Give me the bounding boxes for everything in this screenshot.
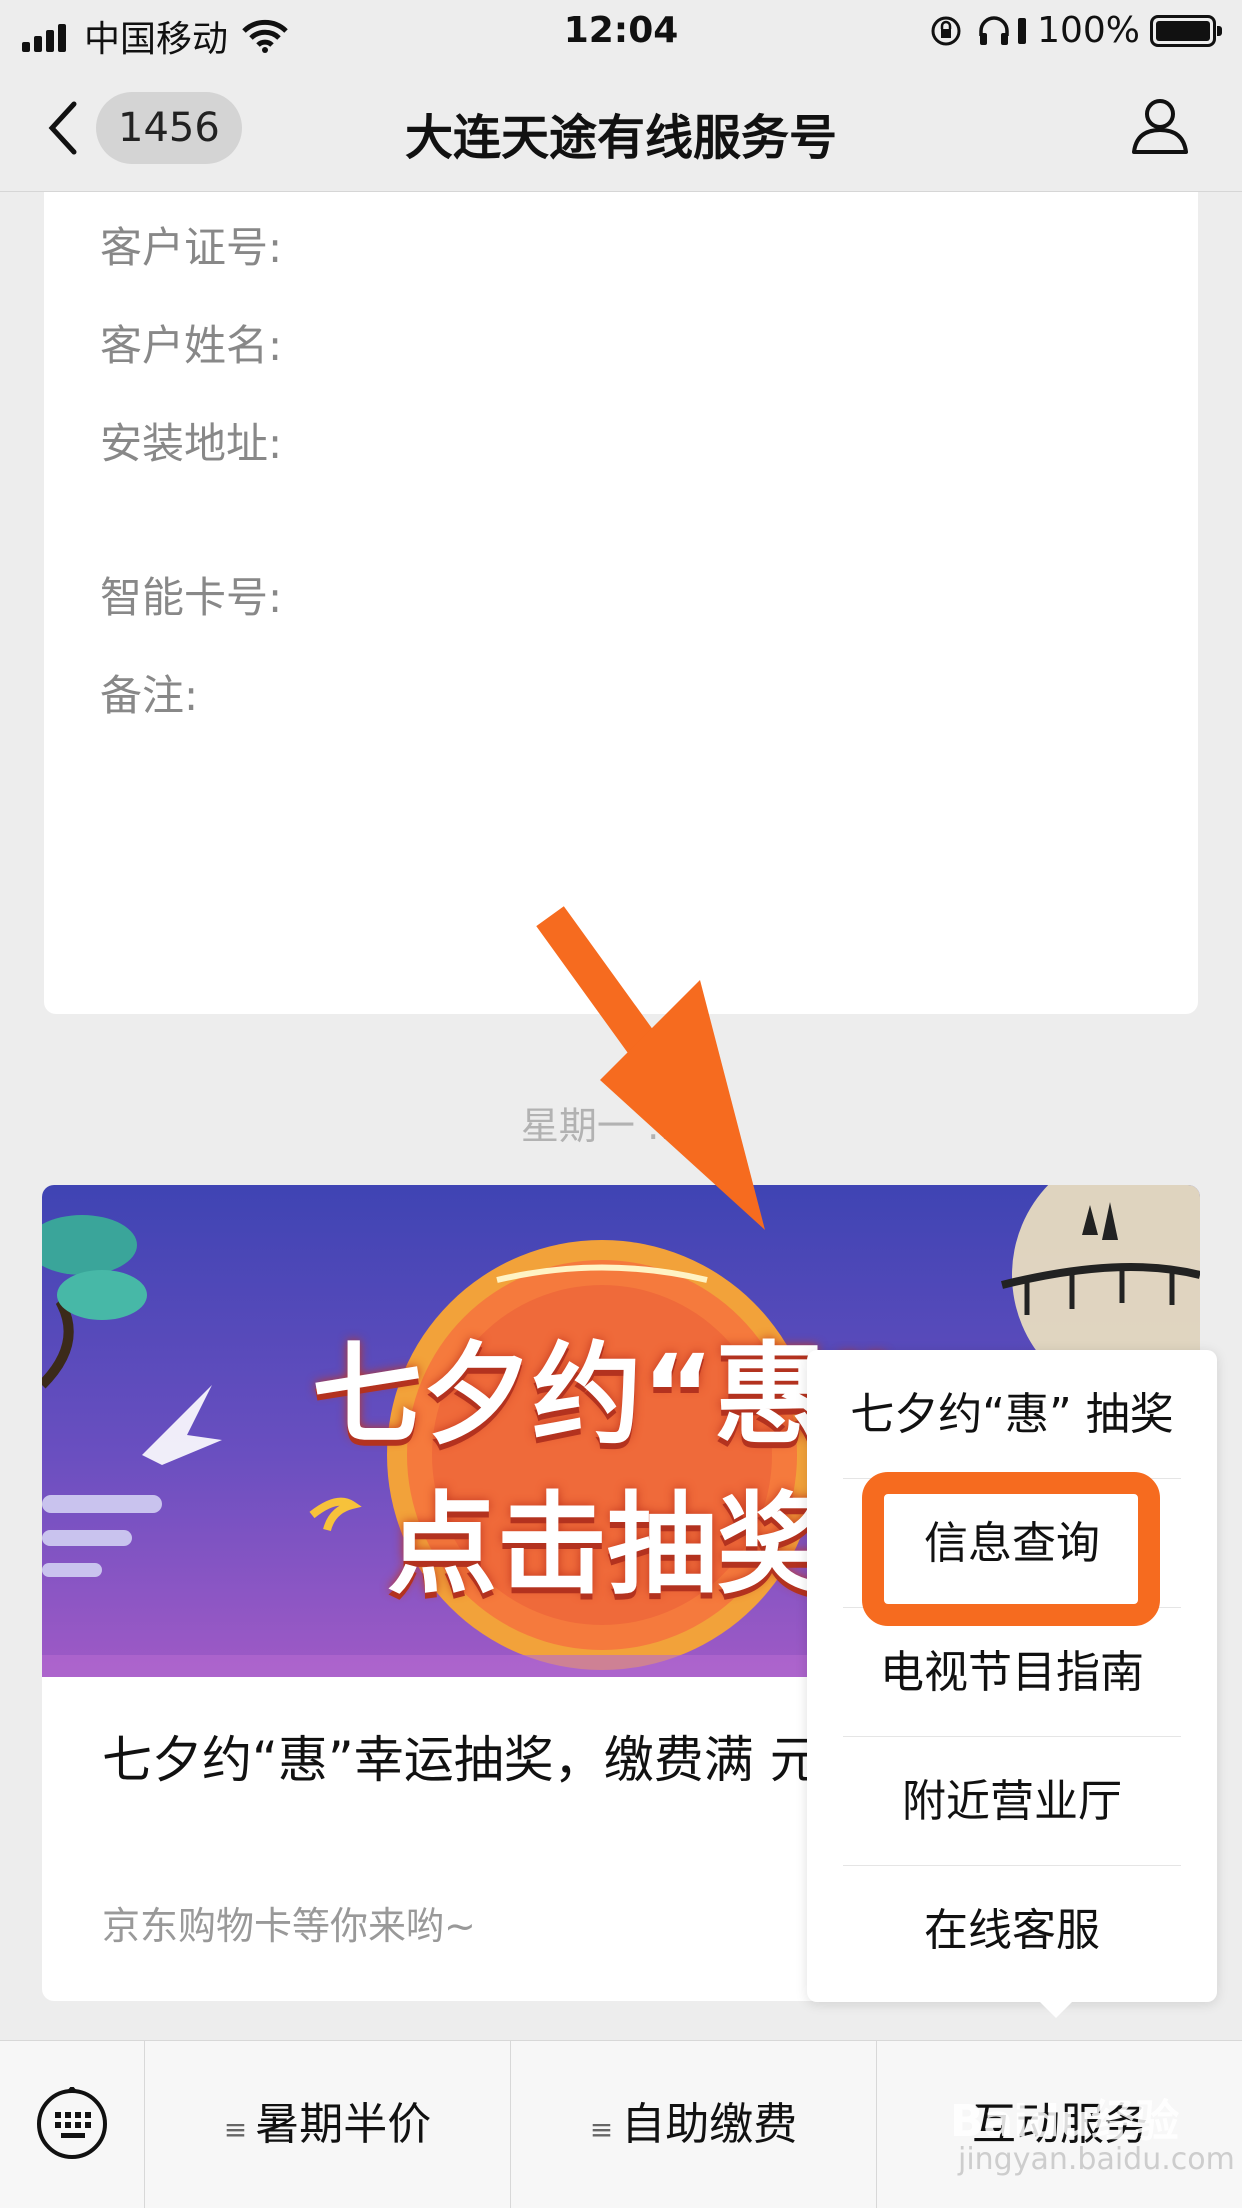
nav-bar: 1456 大连天途有线服务号: [0, 62, 1242, 192]
bottom-menu-summer-half-price[interactable]: ≡ 暑期半价: [145, 2041, 511, 2208]
menu-item-online-service[interactable]: 在线客服: [843, 1866, 1181, 1995]
banner-headline-2: 点击抽奖: [387, 1481, 827, 1609]
menu-lines-icon: ≡: [589, 2113, 614, 2146]
article-description: 京东购物卡等你来哟~: [102, 1904, 476, 1948]
field-customer-name: 客户姓名:: [100, 321, 283, 370]
bottom-menu-label: 暑期半价: [255, 2099, 432, 2150]
headphones-icon: [979, 15, 1009, 45]
highlight-annotation: [862, 1472, 1160, 1626]
charging-icon: [1018, 17, 1027, 44]
keyboard-toggle-button[interactable]: [0, 2041, 145, 2208]
profile-icon[interactable]: [1128, 94, 1192, 158]
bottom-menu-label: 自助缴费: [621, 2099, 798, 2150]
menu-item-nearby-hall[interactable]: 附近营业厅: [843, 1737, 1181, 1866]
customer-info-card: 客户证号: 客户姓名: 安装地址: 智能卡号: 备注:: [44, 192, 1198, 1014]
watermark-url: jingyan.baidu.com: [958, 2142, 1235, 2177]
submenu-popup: 七夕约“惠” 抽奖 信息查询 电视节目指南 附近营业厅 在线客服: [807, 1350, 1217, 2002]
field-install-address: 安装地址:: [100, 419, 283, 468]
menu-lines-icon: ≡: [223, 2113, 248, 2146]
orientation-lock-icon: [931, 16, 961, 45]
field-customer-id: 客户证号:: [100, 223, 283, 272]
keyboard-icon: [37, 2087, 107, 2159]
battery-percent: 100%: [1037, 10, 1140, 51]
message-timestamp: 星期一 … 0: [520, 1104, 722, 1148]
page-title: 大连天途有线服务号: [404, 110, 837, 166]
watermark: Baidu经验: [950, 2096, 1180, 2147]
popup-pointer: [1038, 2000, 1074, 2018]
battery-icon: [1150, 14, 1222, 47]
field-notes: 备注:: [100, 671, 199, 720]
bottom-menu-self-payment[interactable]: ≡ 自助缴费: [511, 2041, 877, 2208]
status-bar: 中国移动 12:04 100%: [0, 0, 1242, 62]
menu-item-tv-guide[interactable]: 电视节目指南: [843, 1608, 1181, 1737]
menu-item-qixi-lottery[interactable]: 七夕约“惠” 抽奖: [843, 1350, 1181, 1479]
field-smart-card-number: 智能卡号:: [100, 573, 283, 622]
